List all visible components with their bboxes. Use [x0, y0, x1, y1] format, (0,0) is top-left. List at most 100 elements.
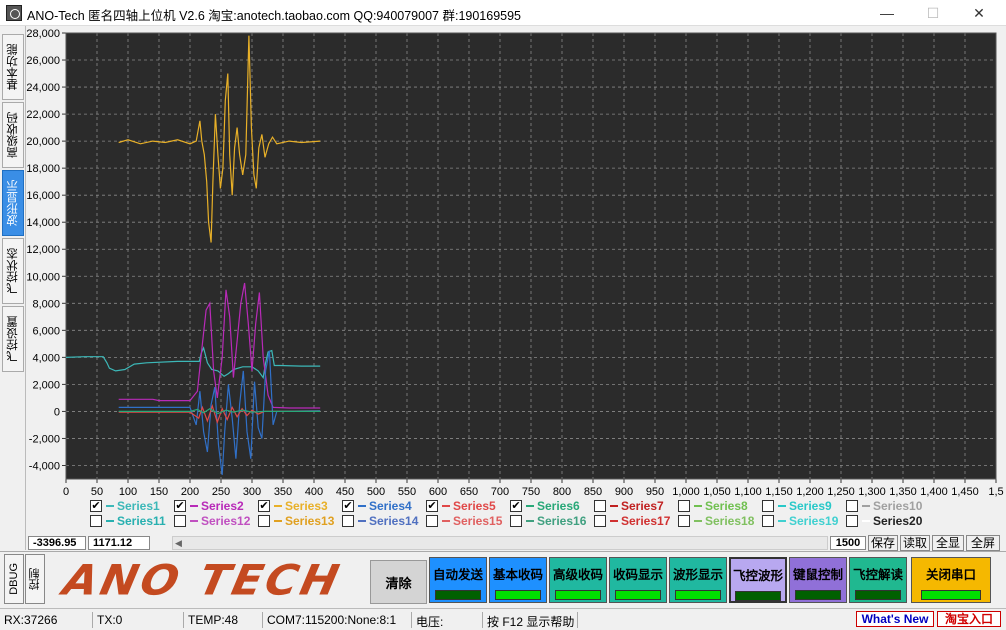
y-tick-label: 12,000: [26, 244, 60, 256]
waveform-chart[interactable]: 28,000 26,000 24,000 22,000 20,000 18,000 16,0…: [26, 26, 1006, 536]
legend-item-series20[interactable]: Series20: [846, 513, 922, 529]
checkbox-unchecked-icon[interactable]: [762, 500, 774, 512]
legend-label: Series18: [705, 514, 755, 528]
tab-waveform-display[interactable]: 波形显示: [2, 170, 24, 236]
chart-toolbar: -3396.95 1171.12 ◀ 1500 保存 读取 全显 全屏: [26, 535, 1006, 551]
legend-item-series4[interactable]: ✔ Series4: [342, 498, 412, 514]
basic-receive-button[interactable]: 基本收码: [489, 557, 547, 603]
x-tick-label: 1,350: [889, 486, 917, 498]
tab-advanced-receive[interactable]: 高级收码: [2, 102, 24, 168]
checkbox-unchecked-icon[interactable]: [258, 515, 270, 527]
checkbox-unchecked-icon[interactable]: [846, 500, 858, 512]
close-port-button[interactable]: 关闭串口: [911, 557, 991, 603]
legend-item-series8[interactable]: Series8: [678, 498, 748, 514]
x-tick-label: 200: [181, 486, 199, 498]
legend-swatch: [526, 505, 534, 507]
tab-flight-settings[interactable]: 飞控设置: [2, 306, 24, 372]
legend-item-series12[interactable]: Series12: [174, 513, 250, 529]
x-tick-label: 50: [91, 486, 103, 498]
tab-debug[interactable]: DBUG: [4, 554, 24, 604]
waveform-display-button[interactable]: 波形显示: [669, 557, 727, 603]
legend-item-series17[interactable]: Series17: [594, 513, 670, 529]
whats-new-button[interactable]: What's New: [856, 611, 934, 627]
status-divider: [183, 612, 184, 628]
tab-control[interactable]: 控制: [25, 554, 45, 604]
legend-item-series9[interactable]: Series9: [762, 498, 832, 514]
legend-item-series16[interactable]: Series16: [510, 513, 586, 529]
legend-item-series14[interactable]: Series14: [342, 513, 418, 529]
checkbox-unchecked-icon[interactable]: [846, 515, 858, 527]
checkbox-unchecked-icon[interactable]: [678, 500, 690, 512]
y-tick-label: -4,000: [29, 460, 60, 472]
x-tick-label: 0: [63, 486, 69, 498]
y-tick-label: 0: [54, 406, 60, 418]
legend-item-series2[interactable]: ✔ Series2: [174, 498, 244, 514]
auto-send-button[interactable]: 自动发送: [429, 557, 487, 603]
minimize-button[interactable]: —: [864, 0, 910, 26]
checkbox-checked-icon[interactable]: ✔: [258, 500, 270, 512]
keyboard-mouse-control-button[interactable]: 键鼠控制: [789, 557, 847, 603]
legend-item-series15[interactable]: Series15: [426, 513, 502, 529]
legend-item-series11[interactable]: Series11: [90, 513, 166, 529]
maximize-button[interactable]: ☐: [910, 0, 956, 26]
x-tick-label: 650: [460, 486, 478, 498]
x-tick-label: 750: [522, 486, 540, 498]
window-title: ANO-Tech 匿名四轴上位机 V2.6 淘宝:anotech.taobao.…: [27, 9, 522, 23]
legend-swatch: [358, 520, 366, 522]
checkbox-unchecked-icon[interactable]: [90, 515, 102, 527]
checkbox-checked-icon[interactable]: ✔: [90, 500, 102, 512]
x-tick-label: 850: [584, 486, 602, 498]
legend-item-series3[interactable]: ✔ Series3: [258, 498, 328, 514]
flight-waveform-button[interactable]: 飞控波形: [729, 557, 787, 603]
legend-item-series13[interactable]: Series13: [258, 513, 334, 529]
checkbox-checked-icon[interactable]: ✔: [342, 500, 354, 512]
legend-label: Series6: [537, 499, 580, 513]
fullscreen-button[interactable]: 全屏: [966, 535, 1000, 551]
legend-item-series10[interactable]: Series10: [846, 498, 922, 514]
button-label: 波形显示: [672, 568, 723, 582]
x-tick-label: 1,000: [672, 486, 700, 498]
tab-flight-status[interactable]: 飞控状态: [2, 238, 24, 304]
point-count-field[interactable]: 1500: [830, 536, 866, 550]
checkbox-unchecked-icon[interactable]: [342, 515, 354, 527]
status-indicator: [495, 590, 541, 600]
checkbox-unchecked-icon[interactable]: [510, 515, 522, 527]
x-tick-label: 400: [305, 486, 323, 498]
checkbox-unchecked-icon[interactable]: [426, 515, 438, 527]
taobao-link-button[interactable]: 淘宝入口: [937, 611, 1001, 627]
save-button[interactable]: 保存: [868, 535, 898, 551]
receive-display-button[interactable]: 收码显示: [609, 557, 667, 603]
x-tick-label: 800: [553, 486, 571, 498]
checkbox-unchecked-icon[interactable]: [594, 515, 606, 527]
x-tick-label: 1,450: [951, 486, 979, 498]
flight-decode-button[interactable]: 飞控解读: [849, 557, 907, 603]
read-button[interactable]: 读取: [900, 535, 930, 551]
show-all-button[interactable]: 全显: [932, 535, 964, 551]
y-tick-label: 20,000: [26, 136, 60, 148]
advanced-receive-button[interactable]: 高级收码: [549, 557, 607, 603]
checkbox-unchecked-icon[interactable]: [762, 515, 774, 527]
app-icon: [6, 5, 22, 21]
legend-swatch: [190, 505, 198, 507]
checkbox-checked-icon[interactable]: ✔: [174, 500, 186, 512]
legend-item-series6[interactable]: ✔ Series6: [510, 498, 580, 514]
legend-item-series7[interactable]: Series7: [594, 498, 664, 514]
legend-label: Series11: [117, 514, 166, 528]
legend-swatch: [442, 505, 450, 507]
clear-button[interactable]: 清除: [370, 560, 427, 604]
close-button[interactable]: ✕: [956, 0, 1002, 26]
chart-canvas[interactable]: 28,000 26,000 24,000 22,000 20,000 18,000 16,0…: [26, 26, 1006, 498]
x-tick-label: 300: [243, 486, 261, 498]
horizontal-scrollbar[interactable]: ◀: [172, 536, 828, 550]
legend-item-series19[interactable]: Series19: [762, 513, 838, 529]
legend-item-series1[interactable]: ✔ Series1: [90, 498, 160, 514]
checkbox-checked-icon[interactable]: ✔: [510, 500, 522, 512]
checkbox-unchecked-icon[interactable]: [678, 515, 690, 527]
scroll-left-icon[interactable]: ◀: [175, 537, 182, 549]
legend-item-series5[interactable]: ✔ Series5: [426, 498, 496, 514]
checkbox-checked-icon[interactable]: ✔: [426, 500, 438, 512]
checkbox-unchecked-icon[interactable]: [594, 500, 606, 512]
legend-item-series18[interactable]: Series18: [678, 513, 754, 529]
checkbox-unchecked-icon[interactable]: [174, 515, 186, 527]
tab-basic-functions[interactable]: 基本功能: [2, 34, 24, 100]
